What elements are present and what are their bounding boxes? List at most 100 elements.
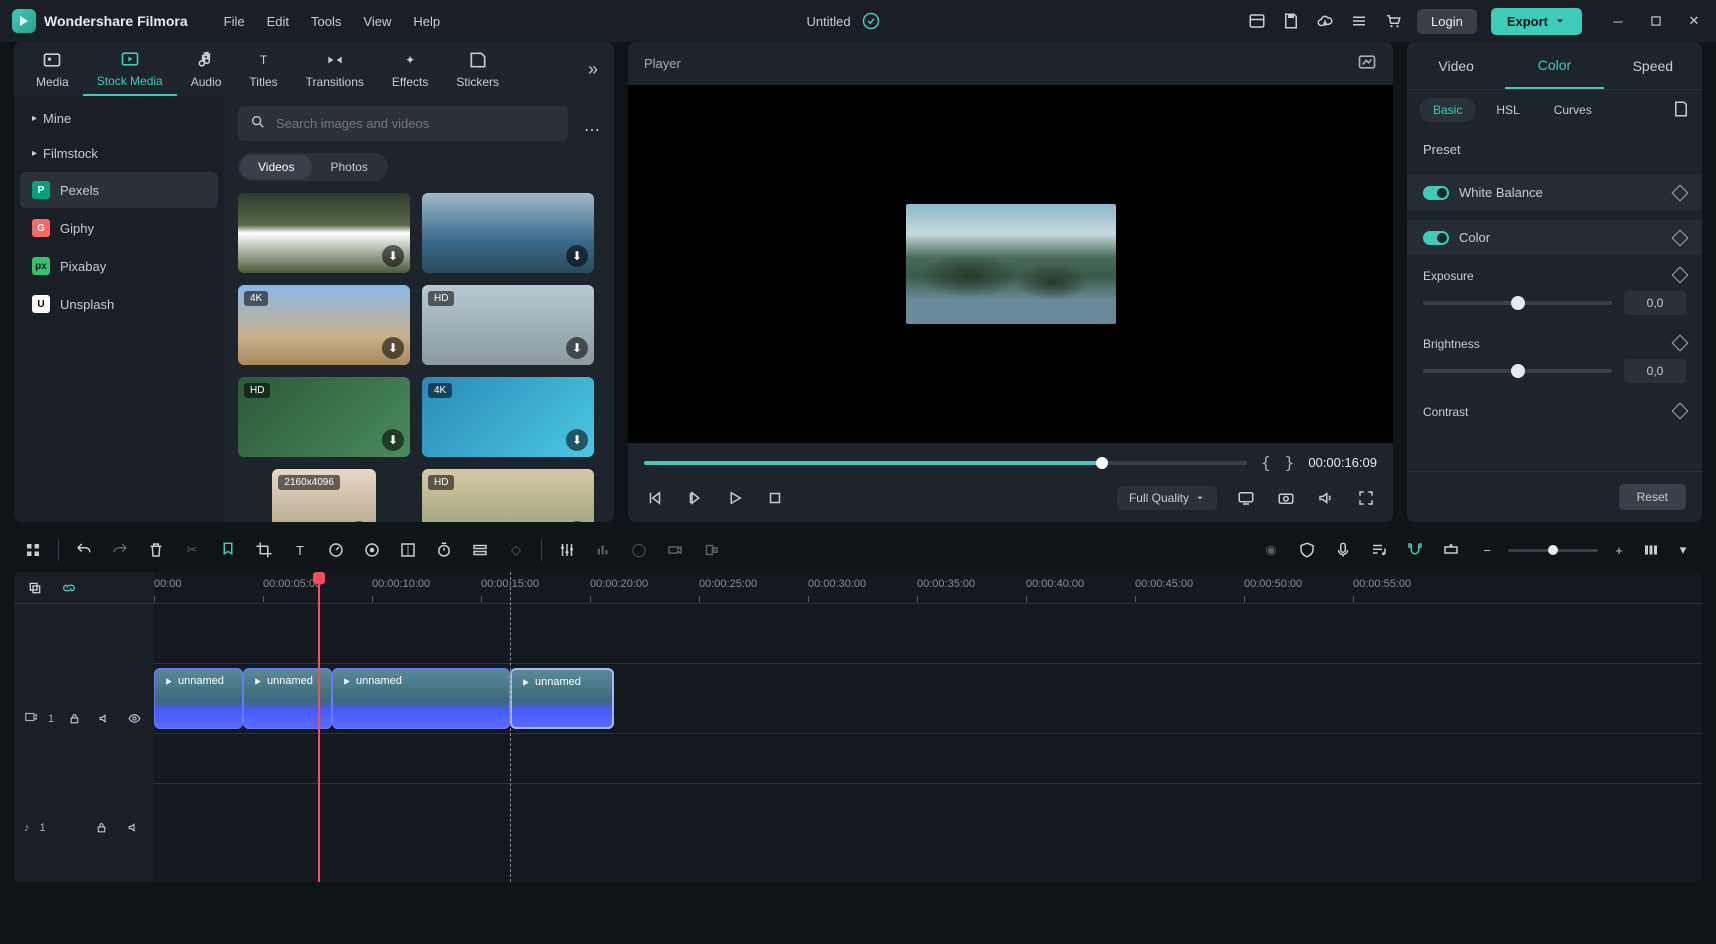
timeline-tracks[interactable]: 00:0000:00:05:0000:00:10:0000:00:15:0000… <box>154 572 1702 882</box>
lock-icon[interactable] <box>90 817 112 839</box>
keyframe-tool-icon[interactable]: ◇ <box>505 539 527 561</box>
clip[interactable]: unnamed <box>332 668 510 729</box>
undo-icon[interactable] <box>73 539 95 561</box>
subtab-basic[interactable]: Basic <box>1419 98 1476 122</box>
white-balance-row[interactable]: White Balance <box>1407 175 1702 210</box>
equalizer-icon[interactable] <box>592 539 614 561</box>
text-icon[interactable]: T <box>289 539 311 561</box>
tab-audio[interactable]: Audio <box>177 43 236 95</box>
progress-bar[interactable] <box>644 461 1247 465</box>
marker-icon[interactable] <box>217 539 239 561</box>
crop-icon[interactable] <box>253 539 275 561</box>
redo-icon[interactable] <box>109 539 131 561</box>
tab-transitions[interactable]: Transitions <box>292 43 378 95</box>
cart-icon[interactable] <box>1383 11 1403 31</box>
mute-icon[interactable] <box>122 817 144 839</box>
keyframe-icon[interactable] <box>1672 229 1689 246</box>
split-icon[interactable]: ✂ <box>181 539 203 561</box>
speed-icon[interactable] <box>325 539 347 561</box>
thumbnail[interactable]: 4K⬇ <box>422 377 594 457</box>
tab-stickers[interactable]: Stickers <box>442 43 513 95</box>
insp-tab-speed[interactable]: Speed <box>1604 42 1702 89</box>
video-track[interactable]: unnamedunnamedunnamedunnamedunnamed <box>154 664 1702 734</box>
mixer-icon[interactable] <box>556 539 578 561</box>
grid-icon[interactable] <box>22 539 44 561</box>
source-filmstock[interactable]: Filmstock <box>20 137 218 170</box>
clip[interactable]: unnamed <box>510 668 614 729</box>
pill-photos[interactable]: Photos <box>312 155 385 179</box>
audio-sync-icon[interactable]: ◯ <box>628 539 650 561</box>
minimize-icon[interactable]: ─ <box>1608 11 1628 31</box>
search-input[interactable] <box>276 116 556 131</box>
timer-icon[interactable] <box>433 539 455 561</box>
download-icon[interactable]: ⬇ <box>382 245 404 267</box>
keyframe-icon[interactable] <box>1672 184 1689 201</box>
export-button[interactable]: Export <box>1491 8 1582 35</box>
clip[interactable]: unnamed <box>154 668 243 729</box>
subtab-curves[interactable]: Curves <box>1540 98 1606 122</box>
menu-view[interactable]: View <box>363 14 391 29</box>
zoom-fit-icon[interactable] <box>1640 539 1662 561</box>
white-balance-toggle[interactable] <box>1423 186 1449 200</box>
login-button[interactable]: Login <box>1417 9 1477 34</box>
download-icon[interactable]: ⬇ <box>348 521 370 522</box>
delete-icon[interactable] <box>145 539 167 561</box>
menu-edit[interactable]: Edit <box>267 14 289 29</box>
eye-icon[interactable] <box>124 708 144 730</box>
keyframe-icon[interactable] <box>1672 335 1689 352</box>
step-back-icon[interactable] <box>684 487 706 509</box>
add-track-icon[interactable] <box>1440 539 1462 561</box>
render-icon[interactable]: ◉ <box>1260 539 1282 561</box>
lock-icon[interactable] <box>64 708 84 730</box>
fullscreen-icon[interactable] <box>1355 487 1377 509</box>
voice-icon[interactable] <box>700 539 722 561</box>
source-giphy[interactable]: GGiphy <box>20 210 218 246</box>
color-wheel-icon[interactable] <box>361 539 383 561</box>
download-icon[interactable]: ⬇ <box>382 337 404 359</box>
thumbnail[interactable]: HD⬇ <box>238 377 410 457</box>
link-icon[interactable] <box>58 577 80 599</box>
display-icon[interactable] <box>1235 487 1257 509</box>
mask-icon[interactable] <box>397 539 419 561</box>
cloud-icon[interactable] <box>1315 11 1335 31</box>
close-icon[interactable]: ✕ <box>1684 11 1704 31</box>
prev-frame-icon[interactable] <box>644 487 666 509</box>
music-list-icon[interactable] <box>1368 539 1390 561</box>
source-pixabay[interactable]: pxPixabay <box>20 248 218 284</box>
mute-icon[interactable] <box>94 708 114 730</box>
insp-tab-video[interactable]: Video <box>1407 42 1505 89</box>
zoom-in-icon[interactable]: + <box>1608 539 1630 561</box>
mark-in-icon[interactable]: { <box>1261 453 1271 472</box>
maximize-icon[interactable] <box>1646 11 1666 31</box>
thumbnail[interactable]: HD⬇ <box>422 469 594 522</box>
magnet-icon[interactable] <box>1404 539 1426 561</box>
source-mine[interactable]: Mine <box>20 102 218 135</box>
save-preset-icon[interactable] <box>1672 100 1690 121</box>
thumbnail[interactable]: HD⬇ <box>422 285 594 365</box>
tab-effects[interactable]: ✦Effects <box>378 43 442 95</box>
insp-tab-color[interactable]: Color <box>1505 42 1603 89</box>
keyframe-icon[interactable] <box>1672 403 1689 420</box>
thumbnail[interactable]: 2160x4096⬇ <box>272 469 375 522</box>
source-unsplash[interactable]: UUnsplash <box>20 286 218 322</box>
pill-videos[interactable]: Videos <box>240 155 312 179</box>
reset-button[interactable]: Reset <box>1619 484 1686 510</box>
stop-icon[interactable] <box>764 487 786 509</box>
save-icon[interactable] <box>1281 11 1301 31</box>
exposure-value[interactable]: 0,0 <box>1624 291 1686 315</box>
download-icon[interactable]: ⬇ <box>566 429 588 451</box>
snapshot-icon[interactable] <box>1357 52 1377 75</box>
download-icon[interactable]: ⬇ <box>382 429 404 451</box>
subtab-hsl[interactable]: HSL <box>1482 98 1533 122</box>
timeline-ruler[interactable]: 00:0000:00:05:0000:00:10:0000:00:15:0000… <box>154 572 1702 604</box>
zoom-out-icon[interactable]: − <box>1476 539 1498 561</box>
camera-icon[interactable] <box>1275 487 1297 509</box>
more-options-icon[interactable]: ⋯ <box>584 120 600 140</box>
color-toggle[interactable] <box>1423 231 1449 245</box>
thumbnail[interactable]: ⬇ <box>422 193 594 273</box>
zoom-dropdown-icon[interactable]: ▾ <box>1672 539 1694 561</box>
layout-icon[interactable] <box>1247 11 1267 31</box>
quality-dropdown[interactable]: Full Quality <box>1117 486 1217 510</box>
denoise-icon[interactable] <box>664 539 686 561</box>
tab-titles[interactable]: TTitles <box>235 43 291 95</box>
